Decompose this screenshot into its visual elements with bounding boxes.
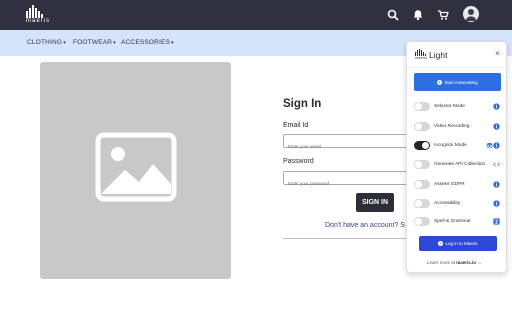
arrow-right-icon: → bbox=[477, 260, 482, 265]
selector-mode-toggle[interactable] bbox=[414, 102, 430, 111]
search-icon[interactable] bbox=[386, 8, 400, 22]
password-field-wrapper bbox=[283, 171, 413, 190]
feature-label: Accessibility bbox=[434, 201, 461, 206]
learn-more-prefix: Learn more at bbox=[427, 260, 456, 265]
cart-icon[interactable] bbox=[436, 8, 450, 22]
login-button[interactable]: Log in to Maeris bbox=[419, 236, 497, 251]
email-field[interactable] bbox=[284, 140, 413, 153]
maeris-logo[interactable]: maeris bbox=[26, 5, 50, 25]
panel-title: Light bbox=[429, 50, 448, 60]
user-avatar-icon[interactable] bbox=[463, 6, 479, 22]
info-icon[interactable] bbox=[493, 142, 500, 149]
caret-down-icon: ▾ bbox=[171, 40, 174, 46]
page: maeris CLOTHING▾ FOOTWEAR▾ ACCESSORIES▾ … bbox=[0, 0, 512, 320]
maeris-logo: maeris bbox=[415, 49, 427, 61]
nav-label: CLOTHING bbox=[27, 39, 63, 46]
feature-label: Incognito Mode bbox=[434, 143, 467, 148]
image-icon bbox=[95, 132, 177, 202]
nav-label: FOOTWEAR bbox=[73, 39, 113, 46]
email-field-wrapper bbox=[283, 134, 413, 153]
nav-footwear[interactable]: FOOTWEAR▾ bbox=[73, 39, 116, 46]
feature-row-generate-api: Generate API Collection bbox=[414, 160, 501, 170]
logo-bars bbox=[26, 5, 50, 18]
form-divider bbox=[283, 238, 413, 239]
feature-row-accessibility: Accessibility bbox=[414, 199, 501, 209]
translate-icon bbox=[493, 218, 500, 225]
close-icon[interactable]: × bbox=[495, 49, 500, 58]
info-icon[interactable] bbox=[493, 200, 500, 207]
start-automating-button[interactable]: Start Automating bbox=[414, 73, 501, 91]
feature-row-selector-mode: Selector Mode bbox=[414, 102, 501, 112]
incognito-icon bbox=[486, 143, 493, 148]
assess-gdpr-toggle[interactable] bbox=[414, 180, 430, 189]
incognito-mode-toggle[interactable] bbox=[414, 141, 430, 150]
nav-accessories[interactable]: ACCESSORIES▾ bbox=[121, 39, 174, 46]
login-label: Log in to Maeris bbox=[445, 241, 478, 246]
learn-more-link[interactable]: maeris.io bbox=[456, 260, 476, 265]
panel-header: maeris Light × bbox=[407, 42, 506, 68]
accessibility-toggle[interactable] bbox=[414, 199, 430, 208]
signin-button[interactable]: SIGN IN bbox=[356, 193, 394, 212]
info-icon[interactable] bbox=[493, 181, 500, 188]
info-icon[interactable] bbox=[493, 123, 500, 130]
play-icon bbox=[437, 79, 443, 85]
email-label: Email Id bbox=[283, 122, 309, 129]
spell-grammar-toggle[interactable] bbox=[414, 217, 430, 226]
feature-row-video-recording: Video Recording bbox=[414, 122, 501, 132]
nav-label: ACCESSORIES bbox=[121, 39, 171, 46]
feature-row-assess-gdpr: Assess GDPR bbox=[414, 180, 501, 190]
caret-down-icon: ▾ bbox=[113, 40, 116, 46]
login-icon bbox=[438, 241, 444, 246]
logo-text: maeris bbox=[26, 18, 51, 24]
signin-title: Sign In bbox=[283, 98, 322, 110]
top-header: maeris bbox=[0, 0, 512, 30]
maeris-extension-panel: maeris Light × Start Automating Selector… bbox=[406, 41, 507, 273]
feature-row-incognito-mode: Incognito Mode bbox=[414, 141, 501, 151]
code-icon bbox=[493, 162, 500, 167]
feature-row-spell-grammar: Spell & Grammar bbox=[414, 217, 501, 227]
feature-label: Assess GDPR bbox=[434, 182, 465, 187]
bell-icon[interactable] bbox=[411, 8, 425, 22]
signup-link[interactable]: Don't have an account? S bbox=[325, 222, 405, 229]
nav-clothing[interactable]: CLOTHING▾ bbox=[27, 39, 66, 46]
feature-label: Spell & Grammar bbox=[434, 219, 471, 224]
start-automating-label: Start Automating bbox=[444, 79, 478, 85]
video-recording-toggle[interactable] bbox=[414, 122, 430, 131]
generate-api-toggle[interactable] bbox=[414, 160, 430, 169]
learn-more[interactable]: Learn more at maeris.io → bbox=[427, 260, 482, 265]
password-field[interactable] bbox=[284, 177, 413, 190]
password-label: Password bbox=[283, 158, 314, 165]
image-placeholder bbox=[40, 62, 231, 279]
logo-bars bbox=[415, 49, 427, 56]
caret-down-icon: ▾ bbox=[63, 40, 66, 46]
feature-label: Video Recording bbox=[434, 124, 470, 129]
logo-text: maeris bbox=[415, 56, 428, 60]
feature-label: Generate API Collection bbox=[434, 162, 486, 167]
feature-label: Selector Mode bbox=[434, 104, 465, 109]
info-icon[interactable] bbox=[493, 103, 500, 110]
